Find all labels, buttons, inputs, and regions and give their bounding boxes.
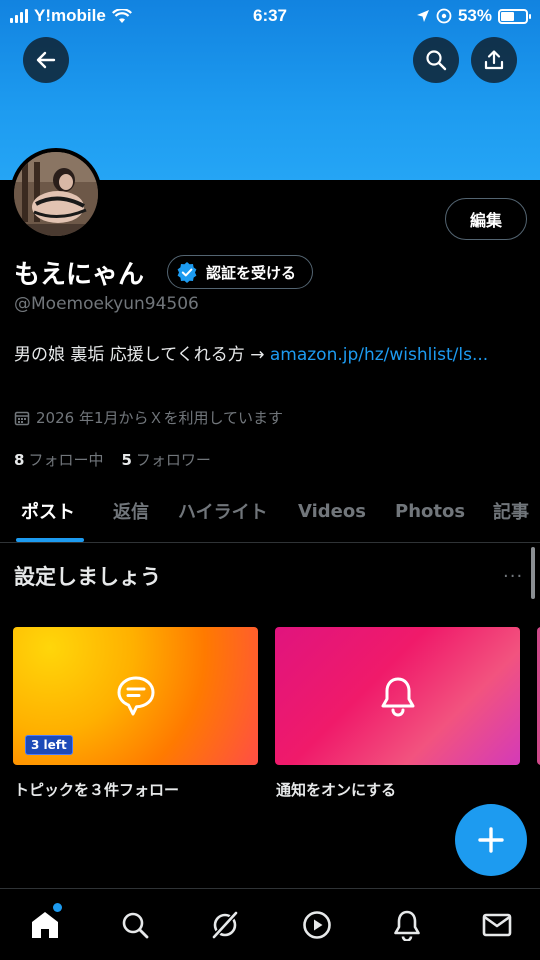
profile-name: もえにゃん [14, 260, 145, 290]
follow-topics-label: トピックを３件フォロー [14, 781, 180, 799]
setup-title: 設定しましょう [14, 565, 161, 589]
arrow-left-icon [36, 51, 56, 69]
calendar-icon [14, 411, 30, 425]
nav-search[interactable] [115, 905, 155, 945]
nav-grok[interactable] [205, 905, 245, 945]
battery-percent: 53% [457, 6, 492, 25]
tab-photos[interactable]: Photos [395, 480, 465, 542]
scrollbar[interactable] [531, 547, 535, 599]
status-bar: Y!mobile 6:37 53% [0, 0, 540, 32]
more-options-button[interactable]: ··· [503, 566, 523, 587]
enable-notifications-card[interactable] [275, 627, 520, 765]
tab-highlights[interactable]: ハイライト [178, 480, 268, 542]
video-play-icon [303, 911, 331, 939]
follow-stats: 8 フォロー中 5 フォロワー [14, 449, 211, 470]
location-arrow-icon [416, 10, 429, 22]
grok-icon [211, 910, 239, 940]
topic-bubble-icon [117, 676, 154, 716]
follow-topics-card[interactable]: 3 left [13, 627, 258, 765]
edit-profile-button[interactable]: 編集 [445, 198, 527, 240]
tab-replies[interactable]: 返信 [113, 480, 149, 542]
search-button[interactable] [413, 37, 459, 83]
followers-label: フォロワー [135, 451, 211, 469]
back-button[interactable] [23, 37, 69, 83]
plus-icon [478, 827, 504, 853]
nav-messages[interactable] [477, 905, 517, 945]
notifications-bell-icon [394, 910, 420, 941]
share-icon [484, 50, 504, 70]
join-date-text: 2026 年1月からＸを利用しています [36, 409, 284, 427]
compose-post-button[interactable] [455, 804, 527, 876]
profile-tabs: ポスト 返信 ハイライト Videos Photos 記事 [0, 480, 540, 543]
screen-lock-icon [436, 8, 452, 24]
nav-videos[interactable] [297, 905, 337, 945]
following-count: 8 [14, 451, 25, 469]
active-tab-indicator [16, 538, 84, 542]
join-date: 2026 年1月からＸを利用しています [14, 407, 283, 428]
tab-posts[interactable]: ポスト [21, 480, 75, 542]
followers-count: 5 [121, 451, 132, 469]
followers-link[interactable]: 5 フォロワー [121, 449, 210, 470]
get-verified-label: 認証を受ける [206, 263, 297, 282]
battery-icon [498, 8, 531, 24]
profile-avatar[interactable] [10, 148, 102, 240]
tab-videos[interactable]: Videos [298, 480, 366, 542]
search-icon [122, 912, 149, 939]
profile-bio: 男の娘 裏垢 応援してくれる方 → amazon.jp/hz/wishlist/… [14, 341, 524, 369]
home-new-posts-dot [53, 903, 62, 912]
nav-notifications[interactable] [387, 905, 427, 945]
following-link[interactable]: 8 フォロー中 [14, 449, 103, 470]
enable-notifications-label: 通知をオンにする [276, 781, 397, 799]
bell-icon [381, 677, 414, 717]
search-icon [426, 50, 447, 71]
verified-badge-icon [177, 262, 197, 283]
tab-articles[interactable]: 記事 [493, 480, 529, 542]
mail-icon [482, 913, 512, 937]
following-label: フォロー中 [28, 451, 104, 469]
avatar-image [14, 152, 98, 236]
profile-handle: @Moemoekyun94506 [14, 294, 199, 314]
share-button[interactable] [471, 37, 517, 83]
bio-link[interactable]: amazon.jp/hz/wishlist/ls... [270, 345, 488, 365]
bio-text: 男の娘 裏垢 応援してくれる方 → [14, 345, 270, 365]
home-icon [32, 912, 58, 938]
get-verified-button[interactable]: 認証を受ける [167, 255, 314, 289]
bottom-navigation [0, 888, 540, 960]
topics-left-badge: 3 left [25, 735, 73, 755]
